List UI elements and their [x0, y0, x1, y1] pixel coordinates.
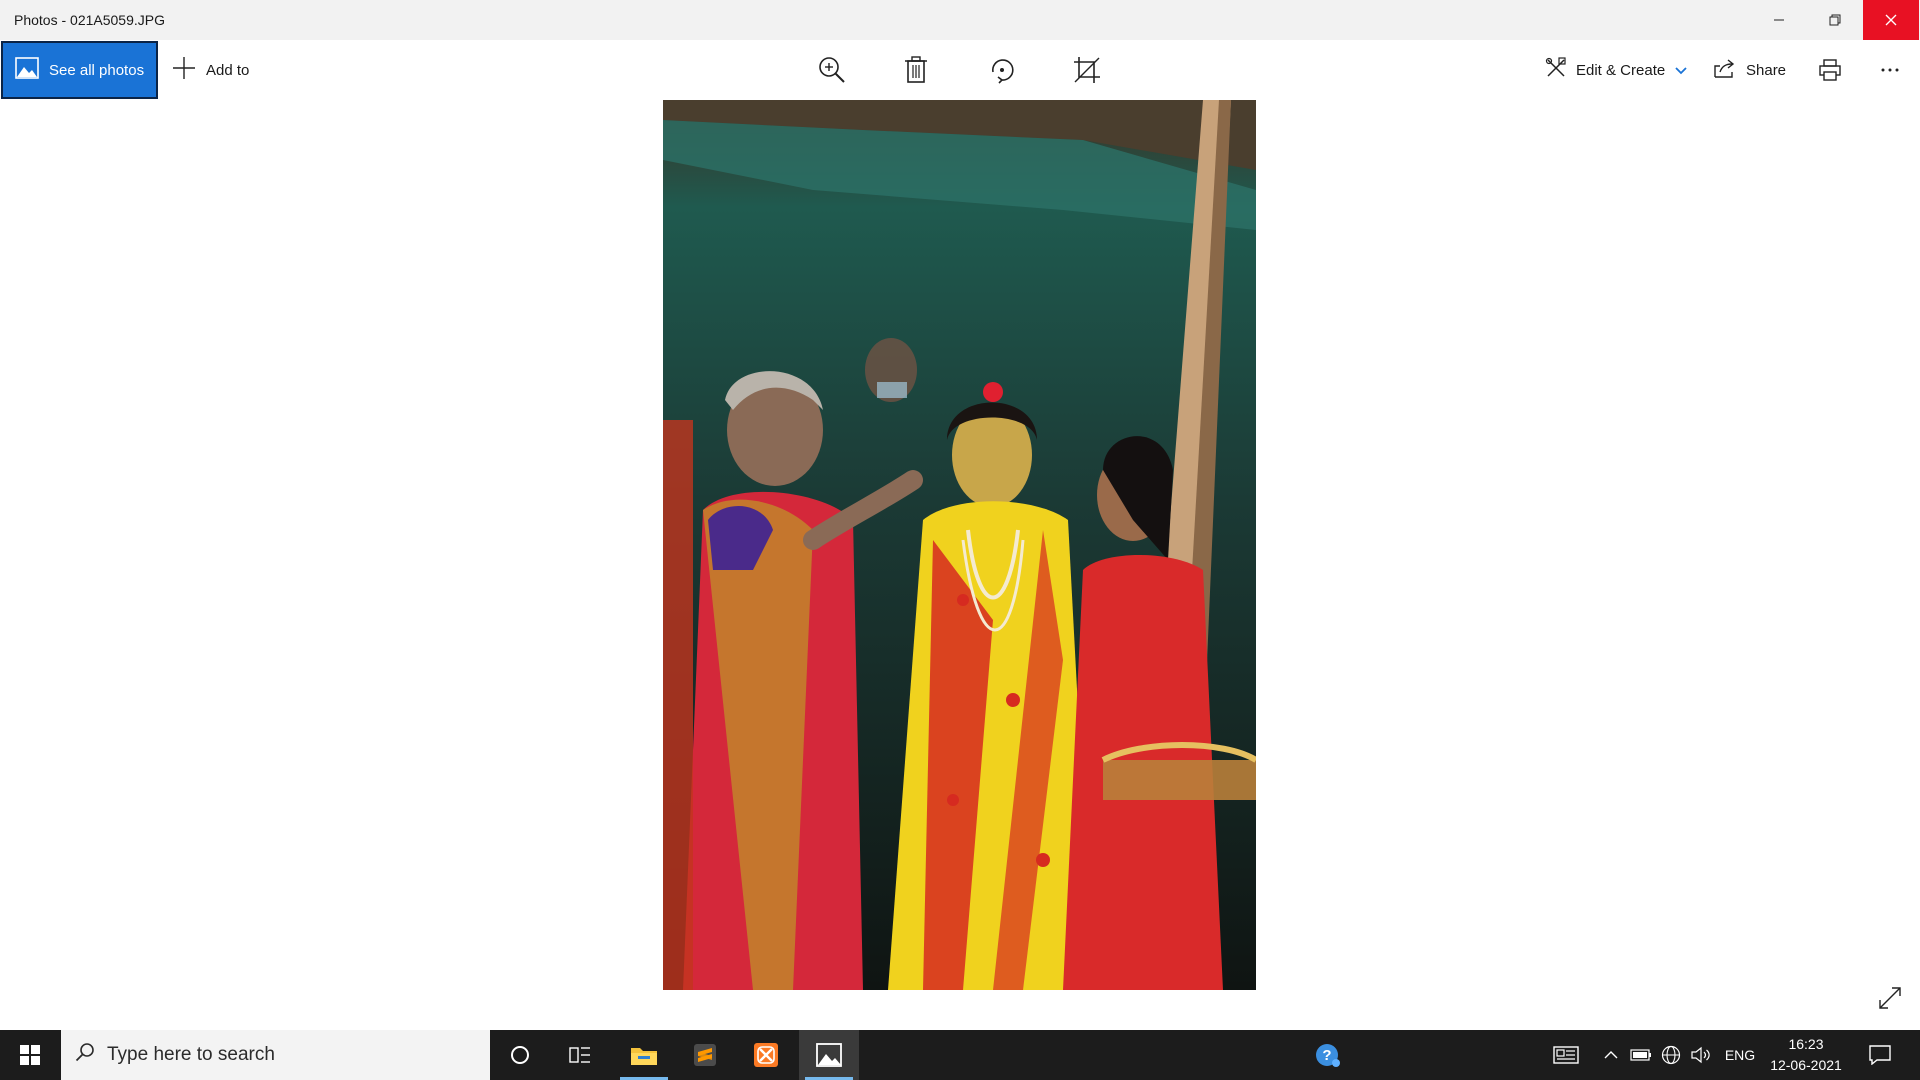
restore-icon [1829, 14, 1841, 26]
close-button[interactable] [1863, 0, 1919, 40]
add-to-button[interactable]: Add to [172, 40, 249, 100]
crop-button[interactable] [1069, 52, 1105, 88]
add-to-label: Add to [206, 61, 250, 79]
expand-icon [1879, 987, 1901, 1009]
print-button[interactable] [1812, 52, 1848, 88]
crop-icon [1074, 57, 1100, 83]
clock-time: 16:23 [1788, 1036, 1824, 1052]
xampp-taskbar-button[interactable] [736, 1030, 796, 1080]
share-label: Share [1746, 61, 1787, 79]
more-icon [1881, 68, 1899, 72]
clock[interactable]: 16:23 12-06-2021 [1764, 1034, 1848, 1076]
edit-create-icon [1545, 57, 1567, 83]
mountain-photo-icon [15, 57, 39, 83]
folder-icon [631, 1048, 657, 1065]
battery-button[interactable] [1628, 1030, 1654, 1080]
show-hidden-icons-button[interactable] [1600, 1030, 1622, 1080]
help-taskbar-button[interactable]: ? [1298, 1030, 1358, 1080]
trash-icon [905, 56, 927, 83]
network-button[interactable] [1658, 1030, 1684, 1080]
more-button[interactable] [1872, 52, 1908, 88]
see-all-photos-button[interactable]: See all photos [1, 41, 158, 99]
minimize-icon [1774, 19, 1784, 21]
window-title: Photos - 021A5059.JPG [14, 12, 165, 28]
taskbar-search-box[interactable]: Type here to search [61, 1030, 490, 1080]
zoom-button[interactable] [814, 52, 850, 88]
photos-app-icon [816, 1043, 842, 1067]
photos-taskbar-button[interactable] [799, 1030, 859, 1080]
minimize-button[interactable] [1751, 0, 1807, 40]
input-language-button[interactable]: ENG [1722, 1030, 1758, 1080]
help-icon: ? [1316, 1044, 1340, 1067]
edit-create-label: Edit & Create [1576, 61, 1666, 79]
task-view-button[interactable] [550, 1030, 610, 1080]
share-icon [1714, 58, 1736, 82]
notification-icon [1869, 1045, 1891, 1065]
title-bar: Photos - 021A5059.JPG [0, 0, 1920, 40]
printer-icon [1819, 59, 1841, 81]
plus-icon [172, 56, 196, 84]
speaker-icon [1691, 1046, 1710, 1064]
sublime-text-taskbar-button[interactable] [675, 1030, 735, 1080]
clock-date: 12-06-2021 [1770, 1057, 1842, 1073]
command-bar: See all photos Add to Edit & Create Shar… [0, 40, 1920, 100]
globe-icon [1661, 1045, 1681, 1065]
rotate-icon [992, 59, 1014, 84]
sublime-text-icon [694, 1044, 716, 1066]
share-button[interactable]: Share [1714, 40, 1786, 100]
xampp-icon [754, 1043, 778, 1067]
news-tray-button[interactable] [1548, 1030, 1584, 1080]
search-placeholder: Type here to search [107, 1044, 275, 1065]
chevron-up-icon [1604, 1051, 1618, 1059]
close-icon [1885, 14, 1897, 26]
photo-viewer-image[interactable] [663, 100, 1256, 990]
news-icon [1553, 1046, 1579, 1064]
delete-button[interactable] [898, 52, 934, 88]
chevron-down-icon [1675, 62, 1687, 79]
edit-create-button[interactable]: Edit & Create [1545, 40, 1687, 100]
taskbar: Type here to search ? ENG 16:23 12-06-20… [0, 1030, 1920, 1080]
file-explorer-taskbar-button[interactable] [614, 1030, 674, 1080]
windows-icon [20, 1045, 40, 1065]
cortana-icon [511, 1046, 529, 1064]
start-button[interactable] [0, 1030, 60, 1080]
task-view-icon [569, 1047, 590, 1063]
zoom-in-icon [819, 57, 845, 83]
volume-button[interactable] [1688, 1030, 1714, 1080]
svg-text:?: ? [1322, 1047, 1331, 1064]
search-icon [75, 1042, 95, 1068]
restore-button[interactable] [1807, 0, 1863, 40]
action-center-button[interactable] [1860, 1030, 1900, 1080]
cortana-button[interactable] [490, 1030, 550, 1080]
fullscreen-button[interactable] [1876, 984, 1904, 1012]
rotate-button[interactable] [984, 52, 1020, 88]
battery-icon [1630, 1049, 1651, 1061]
see-all-photos-label: See all photos [49, 61, 145, 79]
